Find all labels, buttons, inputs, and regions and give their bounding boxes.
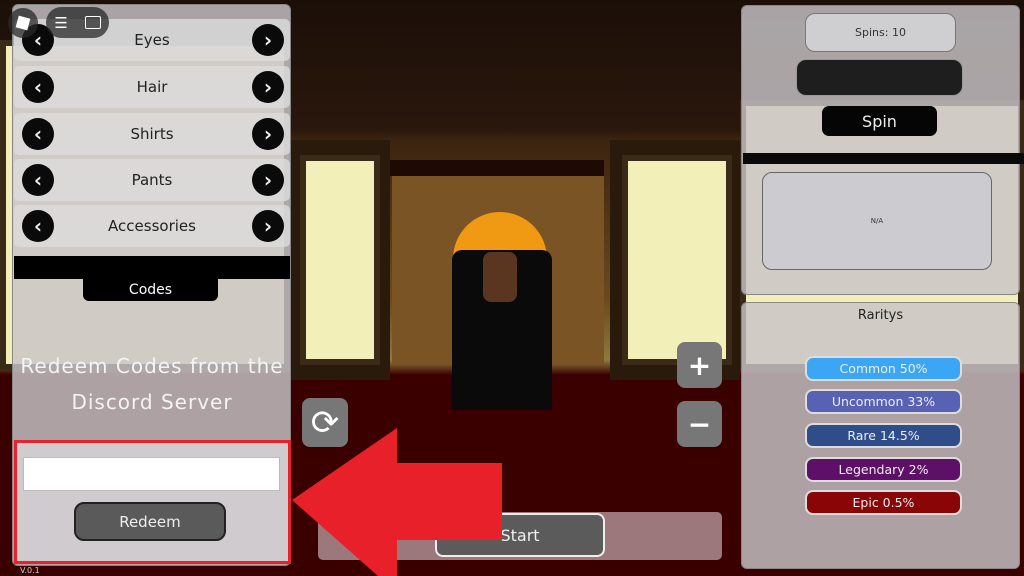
rarity-badge: Uncommon 33% <box>805 389 962 414</box>
arrow-shape <box>292 428 502 576</box>
rarity-badge: Legendary 2% <box>805 457 962 482</box>
spins-counter: Spins: 10 <box>805 13 956 52</box>
rarity-badge: Common 50% <box>805 356 962 381</box>
item-preview: N/A <box>762 172 992 270</box>
divider <box>743 153 1024 164</box>
rarity-badge: Rare 14.5% <box>805 423 962 448</box>
spin-result <box>796 59 963 96</box>
spin-button[interactable]: Spin <box>822 106 937 136</box>
rarity-badge: Epic 0.5% <box>805 490 962 515</box>
rarity-title: Raritys <box>857 308 904 323</box>
